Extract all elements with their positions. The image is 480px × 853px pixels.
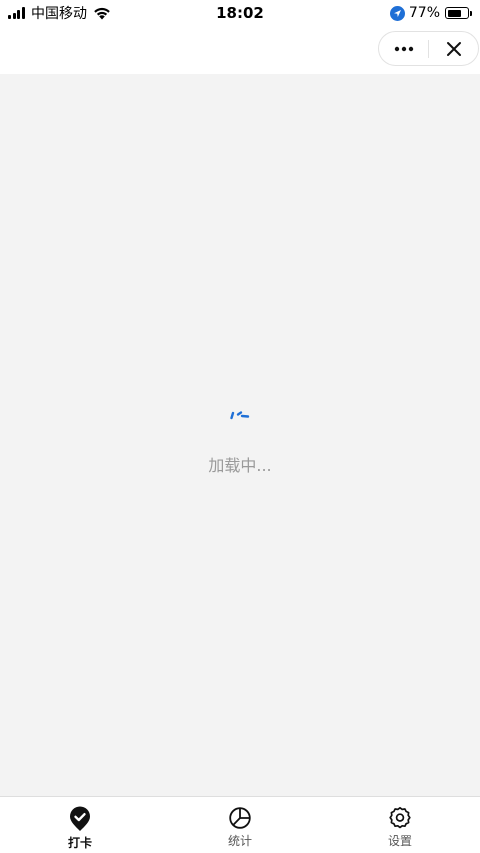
tab-checkin[interactable]: 打卡 xyxy=(0,797,160,853)
close-icon xyxy=(446,41,461,56)
tab-settings[interactable]: 设置 xyxy=(320,797,480,853)
loading-spinner-icon xyxy=(230,411,250,420)
location-icon xyxy=(389,5,405,21)
battery-icon xyxy=(445,7,469,19)
tab-statistics-label: 统计 xyxy=(227,834,252,848)
status-bar: 中国移动 18:02 77% xyxy=(0,0,480,26)
capsule-menu xyxy=(378,31,479,66)
battery-fill xyxy=(447,9,462,17)
more-button[interactable] xyxy=(379,32,428,65)
tab-settings-label: 设置 xyxy=(387,834,412,848)
loading-text: 加载中... xyxy=(208,456,272,475)
main-content: 加载中... xyxy=(0,74,480,796)
close-button[interactable] xyxy=(429,32,478,65)
checkin-pin-icon xyxy=(70,806,90,831)
battery-percent: 77% xyxy=(408,5,440,21)
tab-statistics[interactable]: 统计 xyxy=(160,797,320,853)
gear-icon xyxy=(389,806,411,829)
pie-chart-icon xyxy=(229,807,251,829)
nav-bar xyxy=(0,26,480,74)
battery-cap xyxy=(470,10,472,16)
tab-checkin-label: 打卡 xyxy=(67,836,92,850)
app-screen: 中国移动 18:02 77% 加载中... 打卡 统计 设置 xyxy=(0,0,480,853)
more-dots-icon xyxy=(394,46,413,51)
status-right: 77% xyxy=(389,3,472,23)
tab-bar: 打卡 统计 设置 xyxy=(0,796,480,853)
